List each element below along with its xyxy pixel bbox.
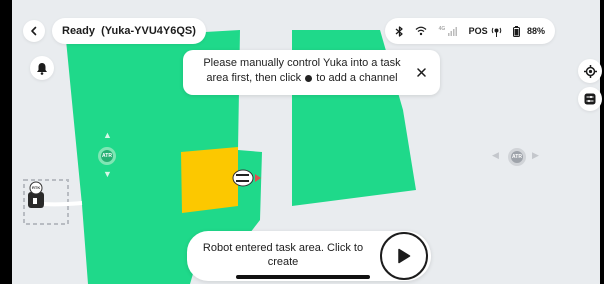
device-status-pill: 4G POS 88% bbox=[385, 18, 555, 44]
bluetooth-icon bbox=[395, 25, 403, 37]
app-screen: RTK Ready (Yuka-YVU4Y6QS) 4G POS 88% ▲ A… bbox=[0, 0, 604, 284]
pos-label: POS bbox=[468, 26, 488, 36]
toast-close-button[interactable] bbox=[412, 63, 430, 81]
instruction-message: Please manually control Yuka into a task… bbox=[191, 56, 413, 86]
alert-button[interactable] bbox=[30, 56, 54, 80]
create-task-prompt: Robot entered task area. Click to create bbox=[187, 231, 431, 281]
bell-icon bbox=[37, 62, 47, 75]
joystick-left-knob[interactable]: ATR bbox=[98, 147, 116, 165]
cellular-indicator: 4G bbox=[439, 26, 458, 36]
chevron-left-icon: ◀ bbox=[492, 150, 499, 160]
robot-status-pill: Ready (Yuka-YVU4Y6QS) bbox=[52, 18, 206, 44]
screen-edge-right bbox=[600, 0, 604, 284]
satellite-icon bbox=[491, 27, 501, 37]
screen-edge-left bbox=[0, 0, 12, 284]
add-channel-dot-icon bbox=[305, 74, 313, 82]
map-settings-button[interactable] bbox=[578, 87, 602, 111]
joystick-right-label: ATR bbox=[512, 154, 522, 160]
task-area bbox=[181, 147, 238, 213]
cellular-label: 4G bbox=[438, 26, 446, 32]
joystick-right[interactable]: ◀ ATR ▶ bbox=[492, 145, 542, 169]
sliders-icon bbox=[584, 93, 596, 105]
station-label: RTK bbox=[32, 185, 41, 190]
wifi-icon bbox=[415, 26, 427, 36]
battery-icon bbox=[512, 25, 520, 37]
instruction-toast: Please manually control Yuka into a task… bbox=[183, 50, 440, 95]
home-indicator[interactable] bbox=[236, 275, 370, 279]
play-icon bbox=[398, 248, 411, 264]
chevron-up-icon: ▲ bbox=[103, 130, 112, 140]
create-task-play-button[interactable] bbox=[380, 232, 428, 280]
joystick-left-label: ATR bbox=[102, 153, 112, 159]
locate-button[interactable] bbox=[578, 59, 602, 83]
chevron-right-icon: ▶ bbox=[532, 150, 539, 160]
joystick-left[interactable]: ▲ ATR ▼ bbox=[95, 130, 119, 180]
joystick-right-knob[interactable]: ATR bbox=[508, 148, 526, 166]
back-button[interactable] bbox=[23, 20, 45, 42]
close-icon bbox=[416, 67, 426, 77]
chevron-down-icon: ▼ bbox=[103, 169, 112, 179]
battery-percent: 88% bbox=[526, 26, 545, 36]
chevron-left-icon bbox=[31, 26, 37, 36]
signal-bars-icon bbox=[448, 27, 458, 36]
instruction-message-part2: to add a channel bbox=[316, 72, 398, 84]
create-task-message: Robot entered task area. Click to create bbox=[202, 242, 364, 268]
crosshair-icon bbox=[583, 64, 597, 78]
robot-status-title: Ready (Yuka-YVU4Y6QS) bbox=[62, 25, 196, 37]
